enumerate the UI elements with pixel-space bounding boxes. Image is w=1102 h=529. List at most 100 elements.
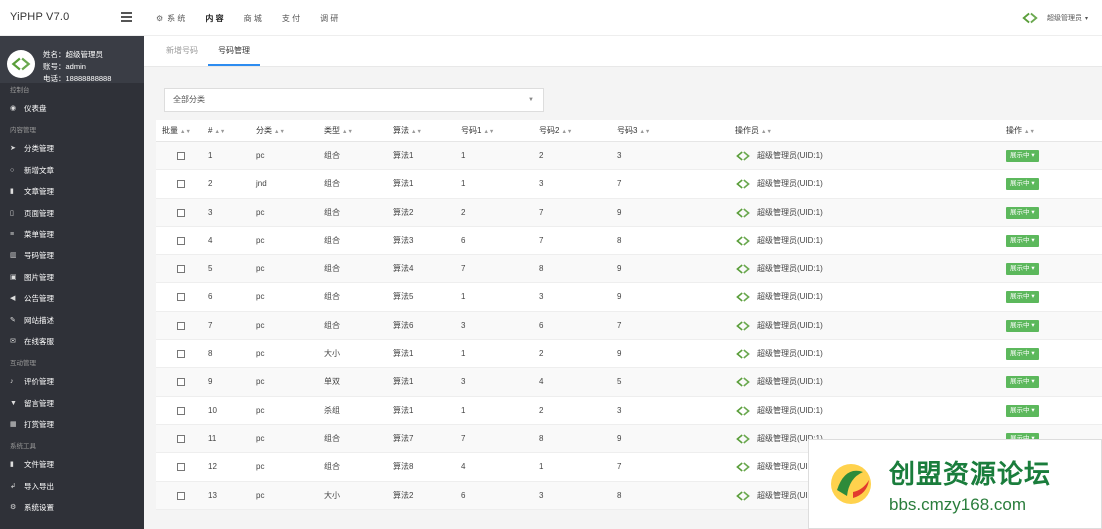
sidebar-item[interactable]: ▮ 文件管理 [0,454,144,475]
th-number2[interactable]: 号码2 ▲▼ [539,120,572,143]
status-dropdown-button[interactable]: 展示中 ▾ [1006,348,1039,361]
sidebar-item[interactable]: ▦ 打赏管理 [0,414,144,435]
row-checkbox[interactable] [177,180,185,189]
cell-n3: 3 [617,151,622,160]
cell-n3: 9 [617,264,622,274]
sidebar-item[interactable]: ≡ 菜单管理 [0,224,144,245]
topnav-content[interactable]: 内 容 [205,13,223,24]
cell-operator: 超级管理员(UID:1) [735,397,823,425]
cell-type: 组合 [324,292,340,302]
status-label: 展示中 [1010,236,1030,244]
th-action[interactable]: 操作 ▲▼ [1006,120,1035,143]
status-dropdown-button[interactable]: 展示中 ▾ [1006,291,1039,304]
cell-n1: 7 [461,433,466,443]
operator-name: 超级管理员(UID:1) [757,179,823,189]
sidebar-item[interactable]: ▣ 图片管理 [0,267,144,288]
sidebar-item[interactable]: ⚙ 系统设置 [0,497,144,518]
cell-id: 8 [208,349,213,359]
file-icon: ▮ [10,188,14,196]
cell-type: 组合 [324,179,340,189]
status-dropdown-button[interactable]: 展示中 ▾ [1006,178,1039,191]
sidebar-item[interactable]: ♪ 评价管理 [0,371,144,392]
sidebar-item-label: 文件管理 [24,460,54,470]
status-dropdown-button[interactable]: 展示中 ▾ [1006,319,1039,332]
sidebar-item[interactable]: ▥ 号码管理 [0,245,144,266]
user-avatar-icon [1022,12,1038,24]
sidebar-item[interactable]: ▼ 留言管理 [0,393,144,414]
th-operator[interactable]: 操作员 ▲▼ [735,120,772,143]
row-checkbox[interactable] [177,350,185,359]
cell-n1: 4 [461,462,466,472]
status-label: 展示中 [1010,152,1030,159]
th-number3[interactable]: 号码3 ▲▼ [617,120,650,143]
th-category[interactable]: 分类 ▲▼ [256,120,285,143]
status-dropdown-button[interactable]: 展示中 ▾ [1006,404,1039,417]
row-checkbox[interactable] [177,265,185,274]
th-id[interactable]: # ▲▼ [208,120,225,143]
topnav-system[interactable]: ⚙ 系 统 [156,13,185,24]
cell-type: 组合 [324,320,340,330]
category-select[interactable]: 全部分类 ▼ [164,88,544,112]
caret-down-icon: ▾ [1031,378,1035,386]
sidebar-item[interactable]: ○ 新增文章 [0,160,144,181]
sidebar-item[interactable]: ◉ 仪表盘 [0,98,144,119]
status-dropdown-button[interactable]: 展示中 ▾ [1006,263,1039,276]
sidebar-item[interactable]: ◀ 公告管理 [0,288,144,309]
status-dropdown-button[interactable]: 展示中 ▾ [1006,376,1039,389]
sidebar-item[interactable]: ✉ 在线客服 [0,331,144,352]
row-checkbox[interactable] [177,293,185,302]
th-number1[interactable]: 号码1 ▲▼ [461,120,494,143]
sidebar: 姓名：超级管理员 账号：admin 电话：18888888888 控制台 ◉ 仪表盘… [0,36,144,529]
tab-number-manage[interactable]: 号码管理 [208,44,260,66]
th-algorithm[interactable]: 算法 ▲▼ [393,120,422,143]
row-checkbox[interactable] [177,208,185,217]
table-row: 4 pc 组合 算法3 6 7 8 超级管理员(UID:1) 展示中 ▾ [156,226,1102,256]
row-checkbox[interactable] [177,406,185,415]
sidebar-item-label: 图片管理 [24,272,54,282]
sidebar-item[interactable]: ✎ 网站描述 [0,310,144,331]
row-checkbox[interactable] [177,463,185,472]
tab-add-number[interactable]: 新增号码 [156,44,208,66]
row-checkbox[interactable] [177,378,185,387]
bullhorn-icon: ◀ [10,295,16,303]
cell-operator: 超级管理员(UID:1) [735,170,823,198]
row-checkbox[interactable] [177,236,185,245]
caret-down-icon: ▾ [1031,180,1035,188]
th-batch[interactable]: 批量 ▲▼ [162,120,191,143]
cell-n1: 3 [461,377,466,387]
topnav-pay[interactable]: 支 付 [282,13,300,24]
cell-type: 组合 [324,207,340,217]
cell-cat: pc [256,151,265,160]
cell-n1: 1 [461,151,466,160]
user-menu[interactable]: 超级管理员 ▾ [1021,11,1088,25]
menu-toggle-icon[interactable] [121,12,132,22]
operator-avatar-icon [736,490,750,501]
chat-icon: ✉ [10,337,16,345]
sidebar-item[interactable]: ▮ 文章管理 [0,181,144,202]
sidebar-group-title: 控制台 [10,87,30,94]
cell-type: 组合 [324,264,340,274]
row-checkbox[interactable] [177,321,185,330]
row-checkbox[interactable] [177,434,185,443]
sidebar-item-label: 网站描述 [24,315,54,325]
th-type[interactable]: 类型 ▲▼ [324,120,353,143]
sidebar-group-title: 互动管理 [10,360,36,368]
sidebar-item[interactable]: ➤ 分类管理 [0,138,144,159]
status-label: 展示中 [1010,265,1030,273]
dashboard-icon: ◉ [10,105,17,112]
status-dropdown-button[interactable]: 展示中 ▾ [1006,234,1039,247]
status-dropdown-button[interactable]: 展示中 ▾ [1006,206,1039,219]
bell-icon: ♪ [10,378,14,386]
topnav-survey[interactable]: 调 研 [320,13,338,24]
row-checkbox[interactable] [177,491,185,500]
sidebar-item[interactable]: ▯ 页面管理 [0,203,144,224]
cell-n2: 6 [539,320,544,330]
sidebar-item[interactable]: ↲ 导入导出 [0,476,144,497]
cell-type: 杀组 [324,405,340,415]
row-checkbox[interactable] [177,152,185,160]
profile-account: 账号：admin [43,62,86,71]
sidebar-group-title: 内容管理 [10,127,36,135]
topnav-shop[interactable]: 商 城 [244,13,262,24]
status-dropdown-button[interactable]: 展示中 ▾ [1006,150,1039,162]
cell-cat: pc [256,320,265,330]
